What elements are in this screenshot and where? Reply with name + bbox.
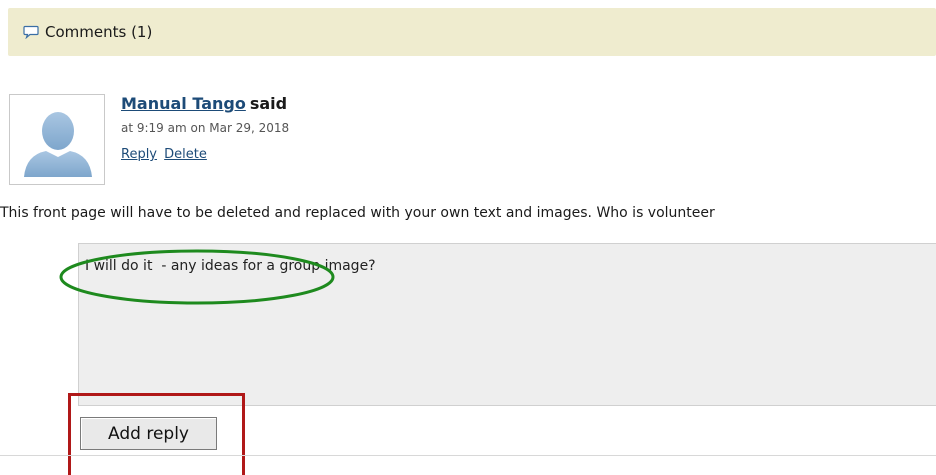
comments-count-label: Comments (1): [45, 23, 153, 41]
reply-textarea[interactable]: I will do it - any ideas for a group ima…: [78, 243, 936, 406]
comment-actions: Reply Delete: [121, 147, 210, 162]
divider: [0, 455, 936, 456]
said-label: said: [249, 94, 288, 113]
add-reply-button[interactable]: Add reply: [80, 417, 217, 450]
comments-header: Comments (1): [8, 8, 936, 56]
author-link[interactable]: Manual Tango: [121, 94, 246, 113]
comment-timestamp: at 9:19 am on Mar 29, 2018: [121, 121, 290, 135]
reply-link[interactable]: Reply: [121, 147, 157, 162]
comment-body: This front page will have to be deleted …: [0, 205, 715, 221]
comments-section: Comments (1) Manual Tango said at 9:19 am…: [0, 0, 936, 475]
avatar: [9, 94, 105, 185]
delete-link[interactable]: Delete: [164, 147, 207, 162]
speech-bubble-icon: [23, 25, 39, 39]
comment-author-line: Manual Tango said: [121, 94, 287, 113]
